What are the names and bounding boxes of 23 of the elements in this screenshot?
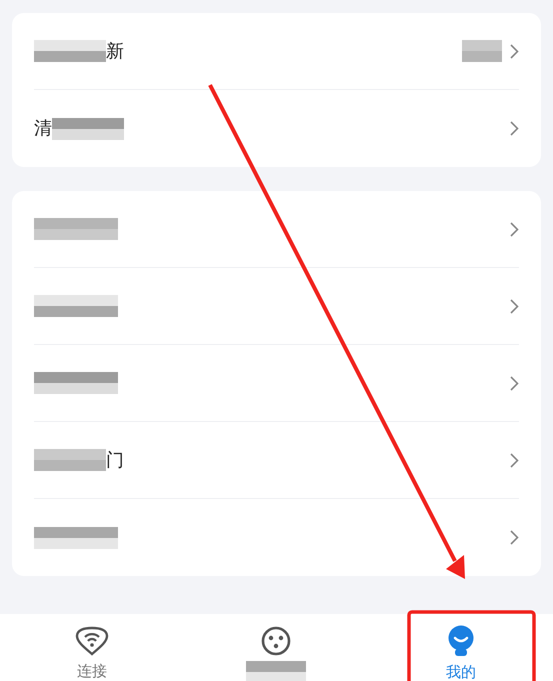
wifi-icon [75, 626, 110, 656]
mosaic-patch [34, 40, 106, 62]
chevron-right-icon [510, 121, 519, 136]
chevron-right-icon [510, 222, 519, 236]
chevron-right-icon [510, 44, 519, 58]
item-label: 门 [106, 448, 124, 472]
mosaic-patch [34, 449, 106, 471]
chevron-right-icon [510, 376, 519, 390]
item-label: 清 [34, 117, 52, 141]
chevron-right-icon [510, 452, 519, 468]
settings-row[interactable]: 清 [34, 90, 519, 167]
mosaic-patch [462, 40, 502, 62]
nav-tab[interactable]: 连接 [0, 614, 184, 681]
settings-row[interactable]: 门 [34, 422, 519, 499]
mosaic-patch [246, 661, 306, 681]
chevron-right-icon [510, 530, 519, 545]
person-icon [446, 624, 475, 657]
item-label: 新 [106, 40, 124, 64]
chevron-right-icon [510, 298, 519, 314]
mosaic-patch [52, 118, 124, 140]
reel-icon [260, 625, 292, 657]
nav-tab[interactable]: 我的 [368, 614, 553, 681]
settings-row[interactable]: 新 [34, 13, 519, 90]
